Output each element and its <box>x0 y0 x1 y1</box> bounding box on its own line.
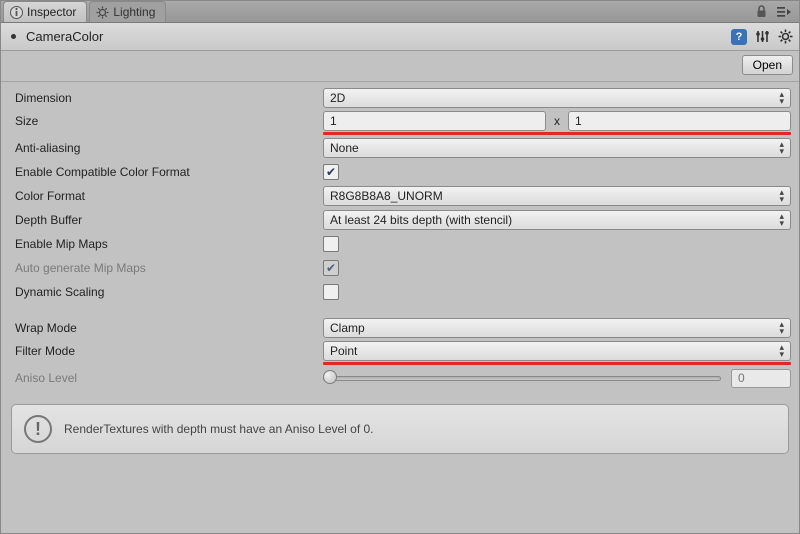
antialiasing-select[interactable]: None ▴▾ <box>323 138 791 158</box>
asset-name: CameraColor <box>26 29 103 44</box>
tab-lighting-label: Lighting <box>113 5 155 19</box>
info-box: ! RenderTextures with depth must have an… <box>11 404 789 454</box>
label-depth-buffer: Depth Buffer <box>9 213 323 227</box>
chevron-updown-icon: ▴▾ <box>779 321 784 335</box>
size-height-input[interactable]: 1 <box>568 111 791 131</box>
check-icon: ✔ <box>326 261 336 275</box>
label-filter-mode: Filter Mode <box>9 344 323 358</box>
dimension-select[interactable]: 2D ▴▾ <box>323 88 791 108</box>
help-icon[interactable]: ? <box>731 29 747 45</box>
color-format-select[interactable]: R8G8B8A8_UNORM ▴▾ <box>323 186 791 206</box>
tab-inspector-label: Inspector <box>27 5 76 19</box>
color-format-value: R8G8B8A8_UNORM <box>330 189 779 203</box>
size-width-input[interactable]: 1 <box>323 111 546 131</box>
dimension-value: 2D <box>330 91 779 105</box>
filter-mode-select[interactable]: Point ▴▾ <box>323 341 791 361</box>
info-circle-icon: ! <box>24 415 52 443</box>
lock-icon[interactable] <box>756 5 767 18</box>
aniso-level-value: 0 <box>731 369 791 388</box>
antialiasing-value: None <box>330 141 779 155</box>
enable-compat-checkbox[interactable]: ✔ <box>323 164 339 180</box>
size-height-value: 1 <box>575 114 582 128</box>
label-dynamic-scaling: Dynamic Scaling <box>9 285 323 299</box>
label-size: Size <box>9 114 323 128</box>
label-enable-mip: Enable Mip Maps <box>9 237 323 251</box>
wrap-mode-value: Clamp <box>330 321 779 335</box>
open-row: Open <box>1 51 799 82</box>
chevron-updown-icon: ▴▾ <box>779 189 784 203</box>
label-dimension: Dimension <box>9 91 323 105</box>
filter-mode-value: Point <box>330 344 779 358</box>
dynamic-scaling-checkbox[interactable] <box>323 284 339 300</box>
highlight-filter-mode <box>323 362 791 365</box>
enable-mip-checkbox[interactable] <box>323 236 339 252</box>
wrap-mode-select[interactable]: Clamp ▴▾ <box>323 318 791 338</box>
asset-header: CameraColor ? <box>1 23 799 51</box>
asset-type-icon <box>11 34 16 39</box>
preset-icon[interactable] <box>755 29 770 44</box>
sun-icon <box>96 6 109 19</box>
chevron-updown-icon: ▴▾ <box>779 213 784 227</box>
size-width-value: 1 <box>330 114 337 128</box>
slider-track <box>323 376 721 381</box>
highlight-size <box>323 132 791 135</box>
chevron-updown-icon: ▴▾ <box>779 91 784 105</box>
size-x-label: x <box>552 114 562 128</box>
label-wrap-mode: Wrap Mode <box>9 321 323 335</box>
open-button[interactable]: Open <box>742 55 793 75</box>
label-antialiasing: Anti-aliasing <box>9 141 323 155</box>
depth-buffer-value: At least 24 bits depth (with stencil) <box>330 213 779 227</box>
tabbar-right <box>756 5 799 18</box>
label-auto-mip: Auto generate Mip Maps <box>9 261 323 275</box>
label-aniso-level: Aniso Level <box>9 371 323 385</box>
label-enable-compat: Enable Compatible Color Format <box>9 165 323 179</box>
properties-panel: Dimension 2D ▴▾ Size 1 x 1 <box>1 82 799 396</box>
chevron-updown-icon: ▴▾ <box>779 141 784 155</box>
check-icon: ✔ <box>326 165 336 179</box>
slider-thumb <box>323 370 337 384</box>
depth-buffer-select[interactable]: At least 24 bits depth (with stencil) ▴▾ <box>323 210 791 230</box>
tab-inspector[interactable]: Inspector <box>3 1 87 22</box>
header-icons: ? <box>731 29 793 45</box>
tab-bar: Inspector Lighting <box>1 1 799 23</box>
panel-menu-icon[interactable] <box>777 6 791 18</box>
info-icon <box>10 6 23 19</box>
chevron-updown-icon: ▴▾ <box>779 344 784 358</box>
aniso-level-slider <box>323 369 721 387</box>
tab-lighting[interactable]: Lighting <box>89 1 166 22</box>
gear-icon[interactable] <box>778 29 793 44</box>
auto-mip-checkbox: ✔ <box>323 260 339 276</box>
label-color-format: Color Format <box>9 189 323 203</box>
info-message: RenderTextures with depth must have an A… <box>64 422 374 436</box>
